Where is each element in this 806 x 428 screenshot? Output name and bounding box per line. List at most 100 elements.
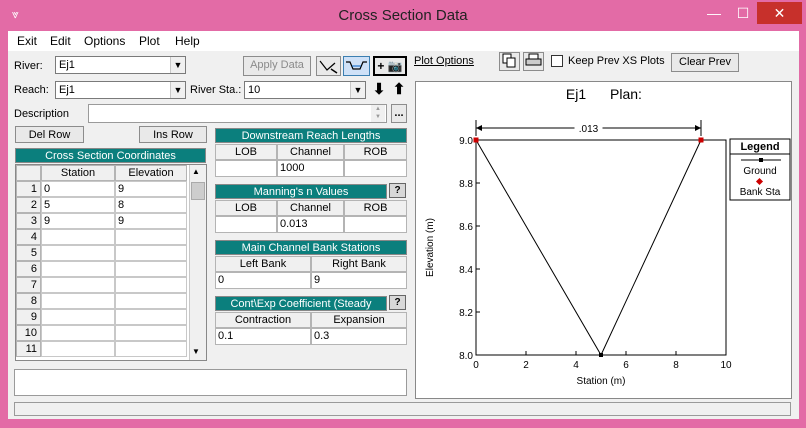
station-cell[interactable] xyxy=(41,229,115,245)
maximize-button[interactable]: ☐ xyxy=(729,2,757,24)
row-number[interactable]: 4 xyxy=(16,229,41,245)
down-arrow-icon[interactable]: ⬇ xyxy=(371,80,387,98)
expansion-header: Expansion xyxy=(311,312,407,328)
station-cell[interactable] xyxy=(41,277,115,293)
mannings-help-icon[interactable]: ? xyxy=(389,183,406,198)
legend-ground-label: Ground xyxy=(743,166,776,177)
ds-channel-header: Channel xyxy=(277,144,344,160)
ds-lob-input[interactable] xyxy=(215,160,277,177)
menu-bar xyxy=(8,31,799,51)
channel-shape-icon[interactable] xyxy=(343,56,370,76)
chevron-down-icon[interactable]: ▼ xyxy=(170,82,185,98)
clear-prev-button[interactable]: Clear Prev xyxy=(671,53,739,72)
ds-rob-header: ROB xyxy=(344,144,407,160)
menu-help[interactable]: Help xyxy=(175,34,200,48)
row-number[interactable]: 11 xyxy=(16,341,41,357)
apply-data-button[interactable]: Apply Data xyxy=(243,56,311,76)
elevation-cell[interactable] xyxy=(115,309,187,325)
row-number[interactable]: 8 xyxy=(16,293,41,309)
station-cell[interactable]: 5 xyxy=(41,197,115,213)
mn-channel-input[interactable]: 0.013 xyxy=(277,216,344,233)
menu-options[interactable]: Options xyxy=(84,34,125,48)
river-sta-select[interactable]: 10 ▼ xyxy=(244,81,366,99)
corner-cell xyxy=(16,165,41,181)
ds-lob-header: LOB xyxy=(215,144,277,160)
more-button[interactable]: ... xyxy=(391,104,407,123)
expansion-input[interactable]: 0.3 xyxy=(311,328,407,345)
menu-exit[interactable]: Exit xyxy=(17,34,37,48)
elevation-cell[interactable] xyxy=(115,245,187,261)
elevation-cell[interactable]: 8 xyxy=(115,197,187,213)
left-bank-input[interactable]: 0 xyxy=(215,272,311,289)
description-scroll-icon[interactable]: ▲ ▼ xyxy=(371,105,385,122)
elevation-cell[interactable]: 9 xyxy=(115,213,187,229)
chevron-down-icon[interactable]: ▼ xyxy=(350,82,365,98)
station-cell[interactable] xyxy=(41,245,115,261)
description-input[interactable] xyxy=(88,104,387,123)
coords-grid[interactable]: Station Elevation 1 0 9 2 5 8 3 9 9 4 5 6 7 8 9 10 11 ▲ … xyxy=(15,164,207,361)
menu-plot[interactable]: Plot xyxy=(139,34,160,48)
x-tick-label: 2 xyxy=(523,360,529,371)
row-number[interactable]: 3 xyxy=(16,213,41,229)
row-number[interactable]: 6 xyxy=(16,261,41,277)
station-cell[interactable]: 0 xyxy=(41,181,115,197)
menu-edit[interactable]: Edit xyxy=(50,34,71,48)
cont-exp-help-icon[interactable]: ? xyxy=(389,295,406,310)
row-number[interactable]: 9 xyxy=(16,309,41,325)
elevation-cell[interactable] xyxy=(115,229,187,245)
row-number[interactable]: 2 xyxy=(16,197,41,213)
elevation-cell[interactable] xyxy=(115,341,187,357)
minimize-button[interactable]: — xyxy=(699,2,729,24)
bank-title: Main Channel Bank Stations xyxy=(215,240,407,255)
plot-options-link[interactable]: Plot Options xyxy=(414,55,474,67)
station-cell[interactable] xyxy=(41,261,115,277)
river-select[interactable]: Ej1 ▼ xyxy=(55,56,186,74)
scroll-up-icon[interactable]: ▲ xyxy=(192,167,200,176)
reach-label: Reach: xyxy=(14,84,49,96)
contraction-input[interactable]: 0.1 xyxy=(215,328,311,345)
row-number[interactable]: 7 xyxy=(16,277,41,293)
print-icon[interactable] xyxy=(523,52,544,71)
mannings-title: Manning's n Values xyxy=(215,184,387,199)
annotation-arrow-right xyxy=(695,125,701,131)
elevation-cell[interactable] xyxy=(115,293,187,309)
coords-scrollbar[interactable]: ▲ ▼ xyxy=(189,165,206,360)
mn-rob-input[interactable] xyxy=(344,216,407,233)
row-number[interactable]: 1 xyxy=(16,181,41,197)
ds-channel-input[interactable]: 1000 xyxy=(277,160,344,177)
copy-icon[interactable] xyxy=(499,52,520,71)
station-cell[interactable] xyxy=(41,325,115,341)
right-bank-header: Right Bank xyxy=(311,256,407,272)
add-picture-button[interactable]: + 📷 xyxy=(373,56,407,76)
description-label: Description xyxy=(14,108,70,120)
mn-lob-input[interactable] xyxy=(215,216,277,233)
ds-rob-input[interactable] xyxy=(344,160,407,177)
keep-prev-checkbox[interactable] xyxy=(551,55,563,67)
bank-station-point xyxy=(698,137,704,143)
elevation-cell[interactable]: 9 xyxy=(115,181,187,197)
close-button[interactable]: ✕ xyxy=(757,2,802,24)
legend-bank-label: Bank Sta xyxy=(740,187,781,198)
up-arrow-icon[interactable]: ⬆ xyxy=(391,80,407,98)
reach-select[interactable]: Ej1 ▼ xyxy=(55,81,186,99)
elevation-cell[interactable] xyxy=(115,325,187,341)
chevron-down-icon[interactable]: ▼ xyxy=(170,57,185,73)
scroll-down-icon[interactable]: ▼ xyxy=(192,347,200,356)
ins-row-button[interactable]: Ins Row xyxy=(139,126,207,143)
x-tick-label: 10 xyxy=(720,360,732,371)
station-cell[interactable] xyxy=(41,309,115,325)
station-cell[interactable]: 9 xyxy=(41,213,115,229)
station-cell[interactable] xyxy=(41,341,115,357)
xs-edit-icon[interactable] xyxy=(316,56,341,76)
station-cell[interactable] xyxy=(41,293,115,309)
scroll-thumb[interactable] xyxy=(191,182,205,200)
row-number[interactable]: 10 xyxy=(16,325,41,341)
right-bank-input[interactable]: 9 xyxy=(311,272,407,289)
annotation-label: .013 xyxy=(579,124,599,135)
elevation-cell[interactable] xyxy=(115,261,187,277)
row-number[interactable]: 5 xyxy=(16,245,41,261)
del-row-button[interactable]: Del Row xyxy=(15,126,84,143)
reach-value: Ej1 xyxy=(59,84,75,96)
elevation-cell[interactable] xyxy=(115,277,187,293)
chart-title-river: Ej1 xyxy=(566,86,586,102)
